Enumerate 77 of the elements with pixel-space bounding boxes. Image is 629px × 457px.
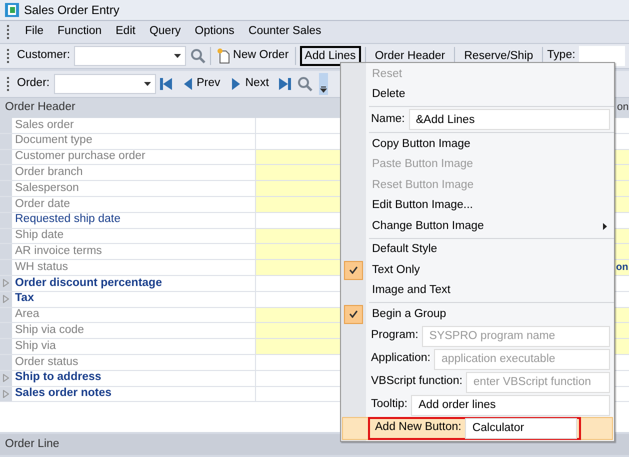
left-arrow-icon	[184, 78, 192, 90]
new-document-icon	[217, 48, 232, 64]
menu-item[interactable]: Begin a Group	[341, 304, 614, 324]
input-field[interactable]: enter VBScript function	[466, 372, 610, 392]
group-label[interactable]: Sales order notes	[15, 388, 112, 400]
menu-item[interactable]: Text Only	[341, 260, 614, 280]
first-record-icon[interactable]	[160, 78, 172, 90]
expander-icon[interactable]	[3, 279, 9, 288]
menu-item[interactable]: Query	[147, 23, 183, 41]
toolbar-grip[interactable]	[7, 49, 10, 63]
field-label: WH status	[15, 262, 68, 274]
toolbar-grip[interactable]	[7, 25, 10, 39]
expander-icon[interactable]	[3, 374, 9, 382]
menu-item[interactable]: Edit Button Image...	[341, 196, 614, 216]
group-label[interactable]: Order discount percentage	[15, 278, 162, 290]
field-label: Requested ship date	[15, 214, 120, 226]
menu-item[interactable]: Change Button Image	[341, 216, 614, 236]
field-label: Tooltip:	[370, 397, 408, 412]
expander-icon[interactable]	[3, 390, 9, 398]
menu-item[interactable]: Copy Button Image	[341, 134, 614, 154]
menu-item-highlight[interactable]: Add New Button: Calculator	[342, 416, 613, 440]
field-label: VBScript function:	[370, 374, 464, 390]
toolbar-grip[interactable]	[7, 77, 10, 91]
field-label: Area	[15, 309, 40, 321]
field-label: Sales order	[15, 120, 74, 132]
input-field[interactable]: application executable	[434, 348, 610, 370]
dropdown-icon[interactable]	[144, 82, 151, 86]
section-title: on	[617, 100, 629, 116]
expander-icon[interactable]	[3, 295, 9, 304]
menu-item[interactable]: Counter Sales	[246, 23, 324, 41]
input-field[interactable]: &Add Lines	[408, 109, 610, 130]
field-label: Program:	[370, 328, 420, 344]
toolbar-button[interactable]: Order Header	[370, 46, 450, 66]
field-label: Add New Button:	[374, 420, 462, 436]
field-label: Document type	[15, 135, 92, 147]
field-label: AR invoice terms	[15, 246, 102, 258]
new-order-button[interactable]: New Order	[215, 47, 291, 65]
menu-item[interactable]: Delete	[341, 84, 614, 105]
field-label: Order branch	[15, 167, 83, 179]
section-title: Order Line	[5, 437, 60, 452]
section-title: Order Header	[5, 100, 76, 116]
submenu-arrow-icon	[603, 222, 607, 230]
group-label[interactable]: Tax	[15, 293, 34, 305]
toolbar-button[interactable]: Reserve/Ship	[459, 46, 538, 66]
last-record-icon[interactable]	[278, 78, 291, 90]
field-label: Order:	[17, 76, 50, 92]
dropdown-icon[interactable]	[174, 54, 182, 58]
right-arrow-icon	[232, 78, 240, 90]
menu-item[interactable]: Options	[192, 23, 236, 41]
field-label: Ship via code	[15, 325, 84, 336]
group-label[interactable]: Ship to address	[15, 372, 102, 384]
window-title: Sales Order Entry	[24, 2, 120, 19]
field-label: Customer purchase order	[15, 151, 146, 163]
input-field[interactable]: Add order lines	[411, 394, 610, 416]
input-field[interactable]: SYSPRO program name	[422, 326, 610, 346]
overflow-icon[interactable]	[318, 73, 328, 95]
field-label: Type:	[547, 48, 576, 64]
input-field[interactable]: Calculator	[465, 418, 578, 438]
field-label: Ship date	[15, 230, 64, 242]
menu-item[interactable]: Edit	[114, 23, 138, 41]
search-icon[interactable]	[296, 76, 313, 92]
next-button[interactable]: Next	[232, 75, 269, 93]
field-label: Ship via	[15, 340, 56, 352]
app-icon	[4, 2, 20, 18]
menu-item[interactable]: Function	[56, 23, 104, 41]
menu-item[interactable]: File	[23, 23, 46, 41]
menu-item[interactable]: Image and Text	[341, 280, 614, 301]
prev-button[interactable]: Prev	[184, 75, 220, 93]
field-label: Application:	[370, 351, 432, 366]
menu-item[interactable]: Default Style	[341, 240, 614, 260]
field-label: Salesperson	[15, 182, 79, 194]
group-label: on	[616, 261, 628, 276]
field-label: Order date	[15, 198, 70, 210]
field-label: Name:	[370, 112, 406, 127]
field-label: Order status	[15, 356, 78, 368]
search-icon[interactable]	[190, 48, 206, 64]
field-label: Customer:	[17, 48, 70, 64]
